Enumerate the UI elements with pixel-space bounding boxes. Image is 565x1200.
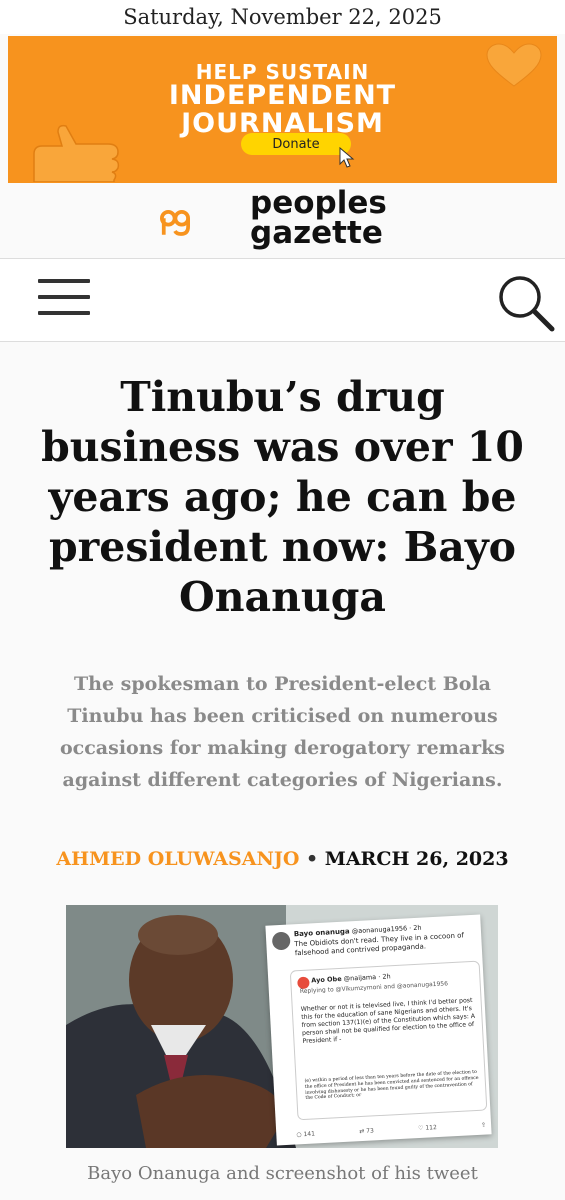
logo-wordmark[interactable]: peoples gazette — [250, 185, 387, 251]
publish-date: MARCH 26, 2023 — [324, 848, 509, 870]
byline-separator: • — [306, 848, 319, 870]
peoples-gazette-logo-mark[interactable] — [160, 188, 250, 256]
photo-caption: Bayo Onanuga and screenshot of his tweet — [87, 1163, 478, 1184]
like-count: ♡ 112 — [417, 1124, 437, 1133]
donate-button[interactable]: Donate — [241, 133, 351, 155]
quoted-body: Whether or not it is televised live, I t… — [300, 997, 476, 1045]
tweet-author: Bayo onanuga — [293, 927, 350, 939]
author-link[interactable]: AHMED OLUWASANJO — [56, 848, 299, 870]
byline: AHMED OLUWASANJO • MARCH 26, 2023 — [0, 845, 565, 873]
search-icon[interactable] — [494, 271, 558, 333]
logo-line-1: peoples — [250, 185, 387, 221]
banner-line-2-text: INDEPENDENT — [168, 80, 397, 111]
article-summary: The spokesman to President-elect Bola Ti… — [60, 673, 505, 791]
tweet-screenshot: Bayo onanuga @aonanuga1956 · 2h The Obid… — [265, 914, 492, 1146]
quoted-author: Ayo Obe — [311, 974, 342, 985]
tweet-avatar — [271, 931, 291, 951]
hamburger-menu-icon[interactable] — [38, 279, 90, 319]
retweet-count: ⇄ 73 — [359, 1127, 374, 1136]
quoted-tweet: Ayo Obe @naijama · 2h Replying to @Vikum… — [289, 960, 488, 1121]
share-icon: ⇪ — [480, 1121, 487, 1129]
article-headline: Tinubu’s drug business was over 10 years… — [41, 373, 524, 621]
reply-count: ○ 141 — [296, 1130, 316, 1139]
banner-line-2: INDEPENDENT JOURNALISM — [8, 82, 557, 138]
quoted-constitution-text: (e) within a period of less than ten yea… — [304, 1069, 479, 1102]
article-photo: Bayo onanuga @aonanuga1956 · 2h The Obid… — [66, 905, 498, 1148]
nav-bar — [0, 258, 565, 342]
cursor-icon — [339, 146, 355, 168]
donation-banner[interactable]: HELP SUSTAIN INDEPENDENT JOURNALISM Dona… — [8, 36, 557, 183]
date-bar: Saturday, November 22, 2025 — [0, 0, 565, 34]
logo-line-2: gazette — [250, 215, 383, 251]
tweet-actions: ○ 141 ⇄ 73 ♡ 112 ⇪ — [296, 1122, 486, 1139]
quoted-handle: @naijama · 2h — [343, 972, 391, 983]
